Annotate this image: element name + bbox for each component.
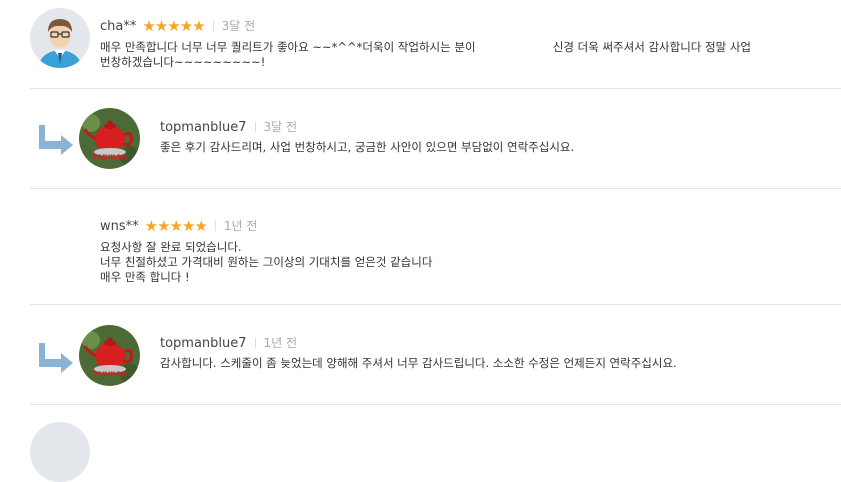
- review-item: cha** ★★★★★ 3달 전 매우 만족합니다 너무 너무 퀄리트가 좋아요 ~…: [0, 0, 841, 88]
- review-item: wns** ★★★★★ 1년 전 요청사항 잘 완료 되었습니다. 너무 친절하셨고…: [0, 189, 841, 304]
- review-text: 번창하겠습니다~~~~~~~~~!: [100, 55, 266, 69]
- review-username: cha**: [100, 19, 137, 34]
- review-date: 3달 전: [221, 19, 256, 33]
- separator: [254, 122, 256, 132]
- review-date: 1년 전: [223, 219, 258, 233]
- reply-item: topman topmanblue7 3달 전 좋은 후기 감사드리며, 사업 번…: [0, 89, 841, 189]
- review-text: 요청사항 잘 완료 되었습니다.: [100, 240, 242, 254]
- reply-username: topmanblue7: [160, 336, 247, 351]
- teapot-logo-icon: topman: [79, 325, 140, 386]
- divider: [30, 404, 841, 405]
- person-avatar-icon: [30, 8, 90, 68]
- teapot-logo-icon: topman: [79, 108, 140, 169]
- reply-text: 좋은 후기 감사드리며, 사업 번창하시고, 궁금한 사안이 있으면 부담없이 …: [160, 140, 575, 154]
- reply-username: topmanblue7: [160, 120, 247, 135]
- seller-avatar[interactable]: topman: [79, 325, 140, 386]
- separator: [214, 221, 216, 231]
- review-text: 너무 친절하셨고 가격대비 원하는 그이상의 기대치를 얻은것 같습니다: [100, 255, 433, 269]
- reply-date: 3달 전: [263, 120, 298, 134]
- reply-arrow-icon: [39, 343, 73, 373]
- avatar-brand-text: topman: [93, 152, 128, 161]
- user-avatar[interactable]: [30, 422, 90, 482]
- reply-arrow-icon: [39, 125, 73, 155]
- separator: [212, 21, 214, 31]
- star-rating: ★★★★★: [144, 217, 208, 235]
- review-text: 매우 만족합니다 너무 너무 퀄리트가 좋아요 ~~*^^*더욱이 작업하시는 …: [100, 40, 476, 54]
- review-username: wns**: [100, 219, 139, 234]
- separator: [254, 338, 256, 348]
- reply-date: 1년 전: [263, 336, 298, 350]
- avatar-brand-text: topman: [93, 369, 128, 378]
- reply-item: topman topmanblue7 1년 전 감사합니다. 스케줄이 좀 늦었는…: [0, 305, 841, 405]
- star-rating: ★★★★★: [142, 17, 205, 35]
- review-text: 매우 만족 합니다 !: [100, 270, 190, 284]
- review-text: 신경 더욱 써주셔서 감사합니다 정말 사업: [552, 40, 751, 54]
- user-avatar[interactable]: [30, 8, 90, 68]
- reply-text: 감사합니다. 스케줄이 좀 늦었는데 양해해 주셔서 너무 감사드립니다. 소소…: [160, 356, 677, 370]
- seller-avatar[interactable]: topman: [79, 108, 140, 169]
